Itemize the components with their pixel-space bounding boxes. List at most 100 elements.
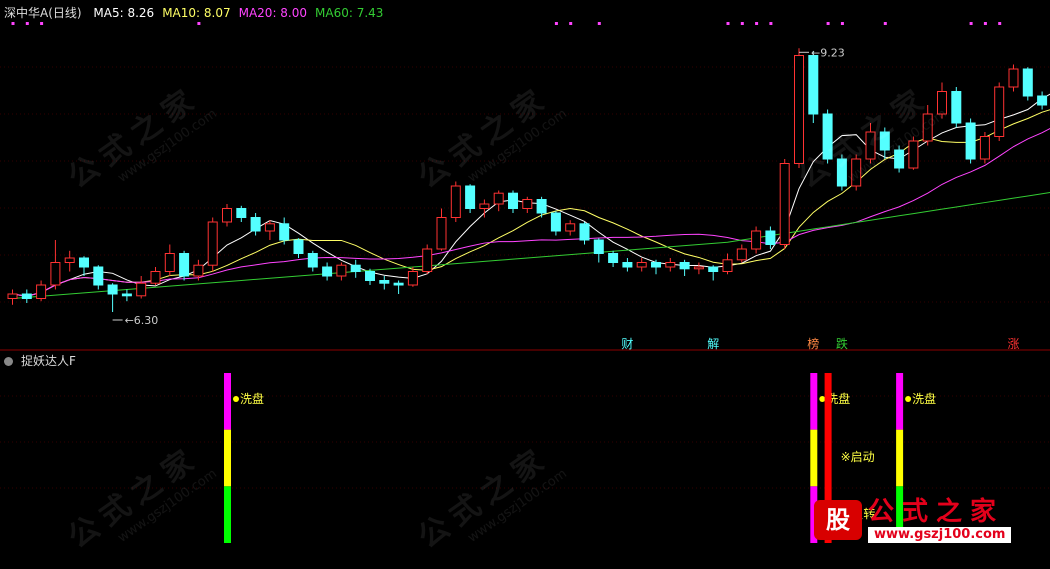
indicator-label: ※启动 xyxy=(841,450,875,464)
signal-dot xyxy=(40,22,43,25)
signal-dot xyxy=(12,22,15,25)
signal-label: 涨 xyxy=(1008,336,1020,351)
candle-body xyxy=(394,283,403,285)
candle-body xyxy=(723,260,732,272)
candle-body xyxy=(280,224,289,240)
candle-body xyxy=(323,267,332,276)
signal-dot xyxy=(970,22,973,25)
ma-legend-item: MA5: 8.26 xyxy=(93,6,154,20)
signal-dot xyxy=(841,22,844,25)
indicator-dot xyxy=(905,396,911,402)
indicator-name: 捉妖达人F xyxy=(21,354,76,368)
candle-body xyxy=(137,283,146,296)
candle-body xyxy=(1009,69,1018,87)
candle-body xyxy=(737,249,746,260)
candle-body xyxy=(194,265,203,276)
candle-body xyxy=(551,213,560,231)
indicator-bar-segment xyxy=(810,373,817,430)
candle-body xyxy=(709,267,718,272)
site-logo: 股 公式之家 www.gszj100.com xyxy=(814,496,1044,544)
signal-dot xyxy=(741,22,744,25)
ma-legend-item: MA20: 8.00 xyxy=(239,6,307,20)
signal-dot xyxy=(769,22,772,25)
ma-legend: MA5: 8.26MA10: 8.07MA20: 8.00MA60: 7.43 xyxy=(93,6,391,20)
candle-body xyxy=(995,87,1004,137)
candle-body xyxy=(623,263,632,268)
indicator-bar-segment xyxy=(896,430,903,487)
signal-dot xyxy=(197,22,200,25)
candle-body xyxy=(65,258,74,263)
indicator-toggle-icon[interactable] xyxy=(4,357,13,366)
logo-title: 公式之家 xyxy=(868,497,1011,527)
candle-body xyxy=(94,267,103,285)
candle-body xyxy=(237,209,246,218)
candle-body xyxy=(165,254,174,272)
candle-body xyxy=(308,254,317,268)
indicator-bar-segment xyxy=(896,373,903,430)
indicator-bar-segment xyxy=(224,486,231,543)
candle-body xyxy=(480,204,489,209)
logo-icon: 股 xyxy=(814,500,862,540)
signal-dot xyxy=(984,22,987,25)
candle-body xyxy=(680,263,689,269)
signal-dot xyxy=(598,22,601,25)
signal-dot xyxy=(555,22,558,25)
candle-body xyxy=(380,281,389,284)
candle-body xyxy=(509,193,518,208)
signal-dot xyxy=(727,22,730,25)
candle-body xyxy=(251,218,260,232)
signal-label: 财 xyxy=(621,337,633,351)
candle-body xyxy=(51,263,60,286)
signal-label: 解 xyxy=(707,337,719,351)
candle-body xyxy=(694,267,703,269)
candle-body xyxy=(408,272,417,286)
indicator-bar-segment xyxy=(224,373,231,430)
logo-url: www.gszj100.com xyxy=(868,527,1011,543)
candle-body xyxy=(437,218,446,250)
indicator-bar-segment xyxy=(810,430,817,487)
candle-body xyxy=(180,254,189,277)
candle-body xyxy=(566,224,575,231)
candle-body xyxy=(809,56,818,115)
candle-body xyxy=(8,294,17,299)
candle-body xyxy=(938,92,947,115)
candle-body xyxy=(351,265,360,271)
candle-body xyxy=(294,240,303,254)
candle-body xyxy=(537,200,546,214)
candle-body xyxy=(208,222,217,265)
candle-body xyxy=(895,150,904,168)
candle-body xyxy=(80,258,89,267)
ma-legend-item: MA10: 8.07 xyxy=(162,6,230,20)
candle-body xyxy=(423,249,432,272)
candle-body xyxy=(223,209,232,223)
candle-body xyxy=(752,231,761,249)
candle-body xyxy=(880,132,889,150)
signal-label: 榜 xyxy=(807,336,819,351)
indicator-label: 洗盘 xyxy=(912,391,936,406)
candle-body xyxy=(609,254,618,263)
candle-body xyxy=(22,294,31,299)
candle-body xyxy=(837,159,846,186)
candle-body xyxy=(594,240,603,254)
chart-canvas[interactable]: ←9.23←6.30财解榜跌涨洗盘洗盘※启动★反转洗盘洗盘※启动 xyxy=(0,0,1050,548)
candle-body xyxy=(451,186,460,218)
candle-body xyxy=(952,92,961,124)
indicator-dot xyxy=(819,396,825,402)
signal-dot xyxy=(26,22,29,25)
main-chart-header: 深中华A(日线) MA5: 8.26MA10: 8.07MA20: 8.00MA… xyxy=(4,4,399,21)
candle-body xyxy=(666,263,675,268)
signal-dot xyxy=(998,22,1001,25)
candle-body xyxy=(866,132,875,159)
candle-body xyxy=(366,272,375,281)
candle-body xyxy=(909,141,918,168)
candle-body xyxy=(151,272,160,284)
candle-body xyxy=(494,193,503,204)
candle-body xyxy=(637,263,646,268)
signal-dot xyxy=(827,22,830,25)
candle-body xyxy=(652,263,661,268)
candle-body xyxy=(37,285,46,299)
indicator-dot xyxy=(233,396,239,402)
candle-body xyxy=(122,294,131,296)
candle-body xyxy=(923,114,932,141)
candle-body xyxy=(852,159,861,186)
